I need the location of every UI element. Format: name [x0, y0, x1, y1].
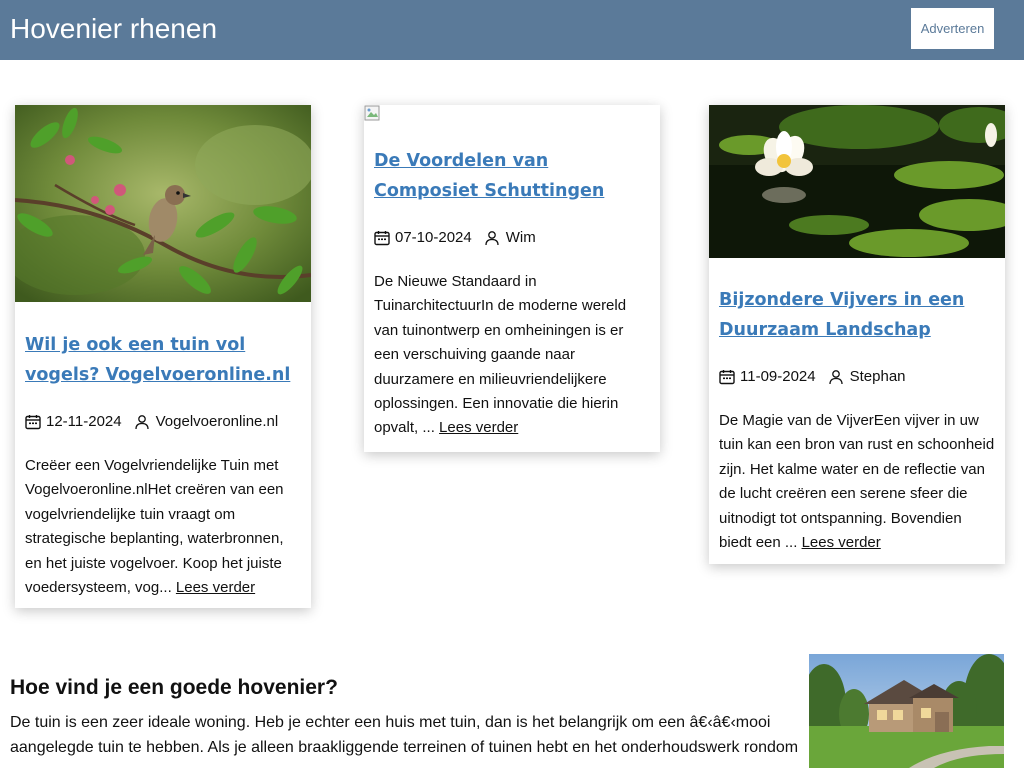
- post-card: Wil je ook een tuin vol vogels? Vogelvoe…: [15, 105, 311, 608]
- read-more-link[interactable]: Lees verder: [439, 419, 518, 436]
- post-meta: 07-10-2024 Wim: [374, 228, 650, 248]
- post-meta: 11-09-2024 Stephan: [719, 367, 995, 387]
- bird-on-branch-photo[interactable]: [15, 105, 311, 302]
- broken-image-icon[interactable]: [364, 105, 380, 121]
- post-card: De Voordelen van Composiet Schuttingen 0…: [364, 105, 660, 452]
- post-author: Stephan: [849, 368, 906, 385]
- post-title-link[interactable]: Wil je ook een tuin vol vogels? Vogelvoe…: [25, 331, 301, 390]
- user-icon: [134, 415, 149, 430]
- section-heading: Hoe vind je een goede hovenier?: [10, 676, 338, 699]
- post-title-link[interactable]: Bijzondere Vijvers in een Duurzaam Lands…: [719, 286, 995, 345]
- post-date: 12-11-2024: [46, 413, 122, 430]
- post-date: 11-09-2024: [740, 368, 816, 385]
- post-author: Vogelvoeronline.nl: [155, 413, 279, 430]
- advertise-button[interactable]: Adverteren: [911, 8, 994, 49]
- site-title[interactable]: Hovenier rhenen: [10, 12, 217, 46]
- water-lily-photo[interactable]: [709, 105, 1005, 258]
- section-paragraph: De tuin is een zeer ideale woning. Heb j…: [10, 714, 799, 756]
- post-excerpt: Creëer een Vogelvriendelijke Tuin met Vo…: [25, 457, 284, 597]
- post-title-link[interactable]: De Voordelen van Composiet Schuttingen: [374, 147, 650, 206]
- post-author: Wim: [505, 229, 536, 246]
- post-date: 07-10-2024: [395, 229, 472, 246]
- calendar-icon: [719, 370, 735, 385]
- post-excerpt: De Nieuwe Standaard in TuinarchitectuurI…: [374, 273, 627, 437]
- read-more-link[interactable]: Lees verder: [802, 534, 881, 551]
- calendar-icon: [25, 415, 41, 430]
- user-icon: [485, 231, 499, 246]
- post-meta: 12-11-2024 Vogelvoeronline.nl: [25, 412, 301, 432]
- post-excerpt: De Magie van de VijverEen vijver in uw t…: [719, 412, 995, 552]
- calendar-icon: [374, 231, 390, 246]
- post-card: Bijzondere Vijvers in een Duurzaam Lands…: [709, 105, 1005, 564]
- user-icon: [828, 370, 843, 385]
- site-header: Hovenier rhenen Adverteren: [0, 0, 1024, 60]
- house-with-garden-photo: [809, 654, 1004, 768]
- read-more-link[interactable]: Lees verder: [176, 579, 255, 596]
